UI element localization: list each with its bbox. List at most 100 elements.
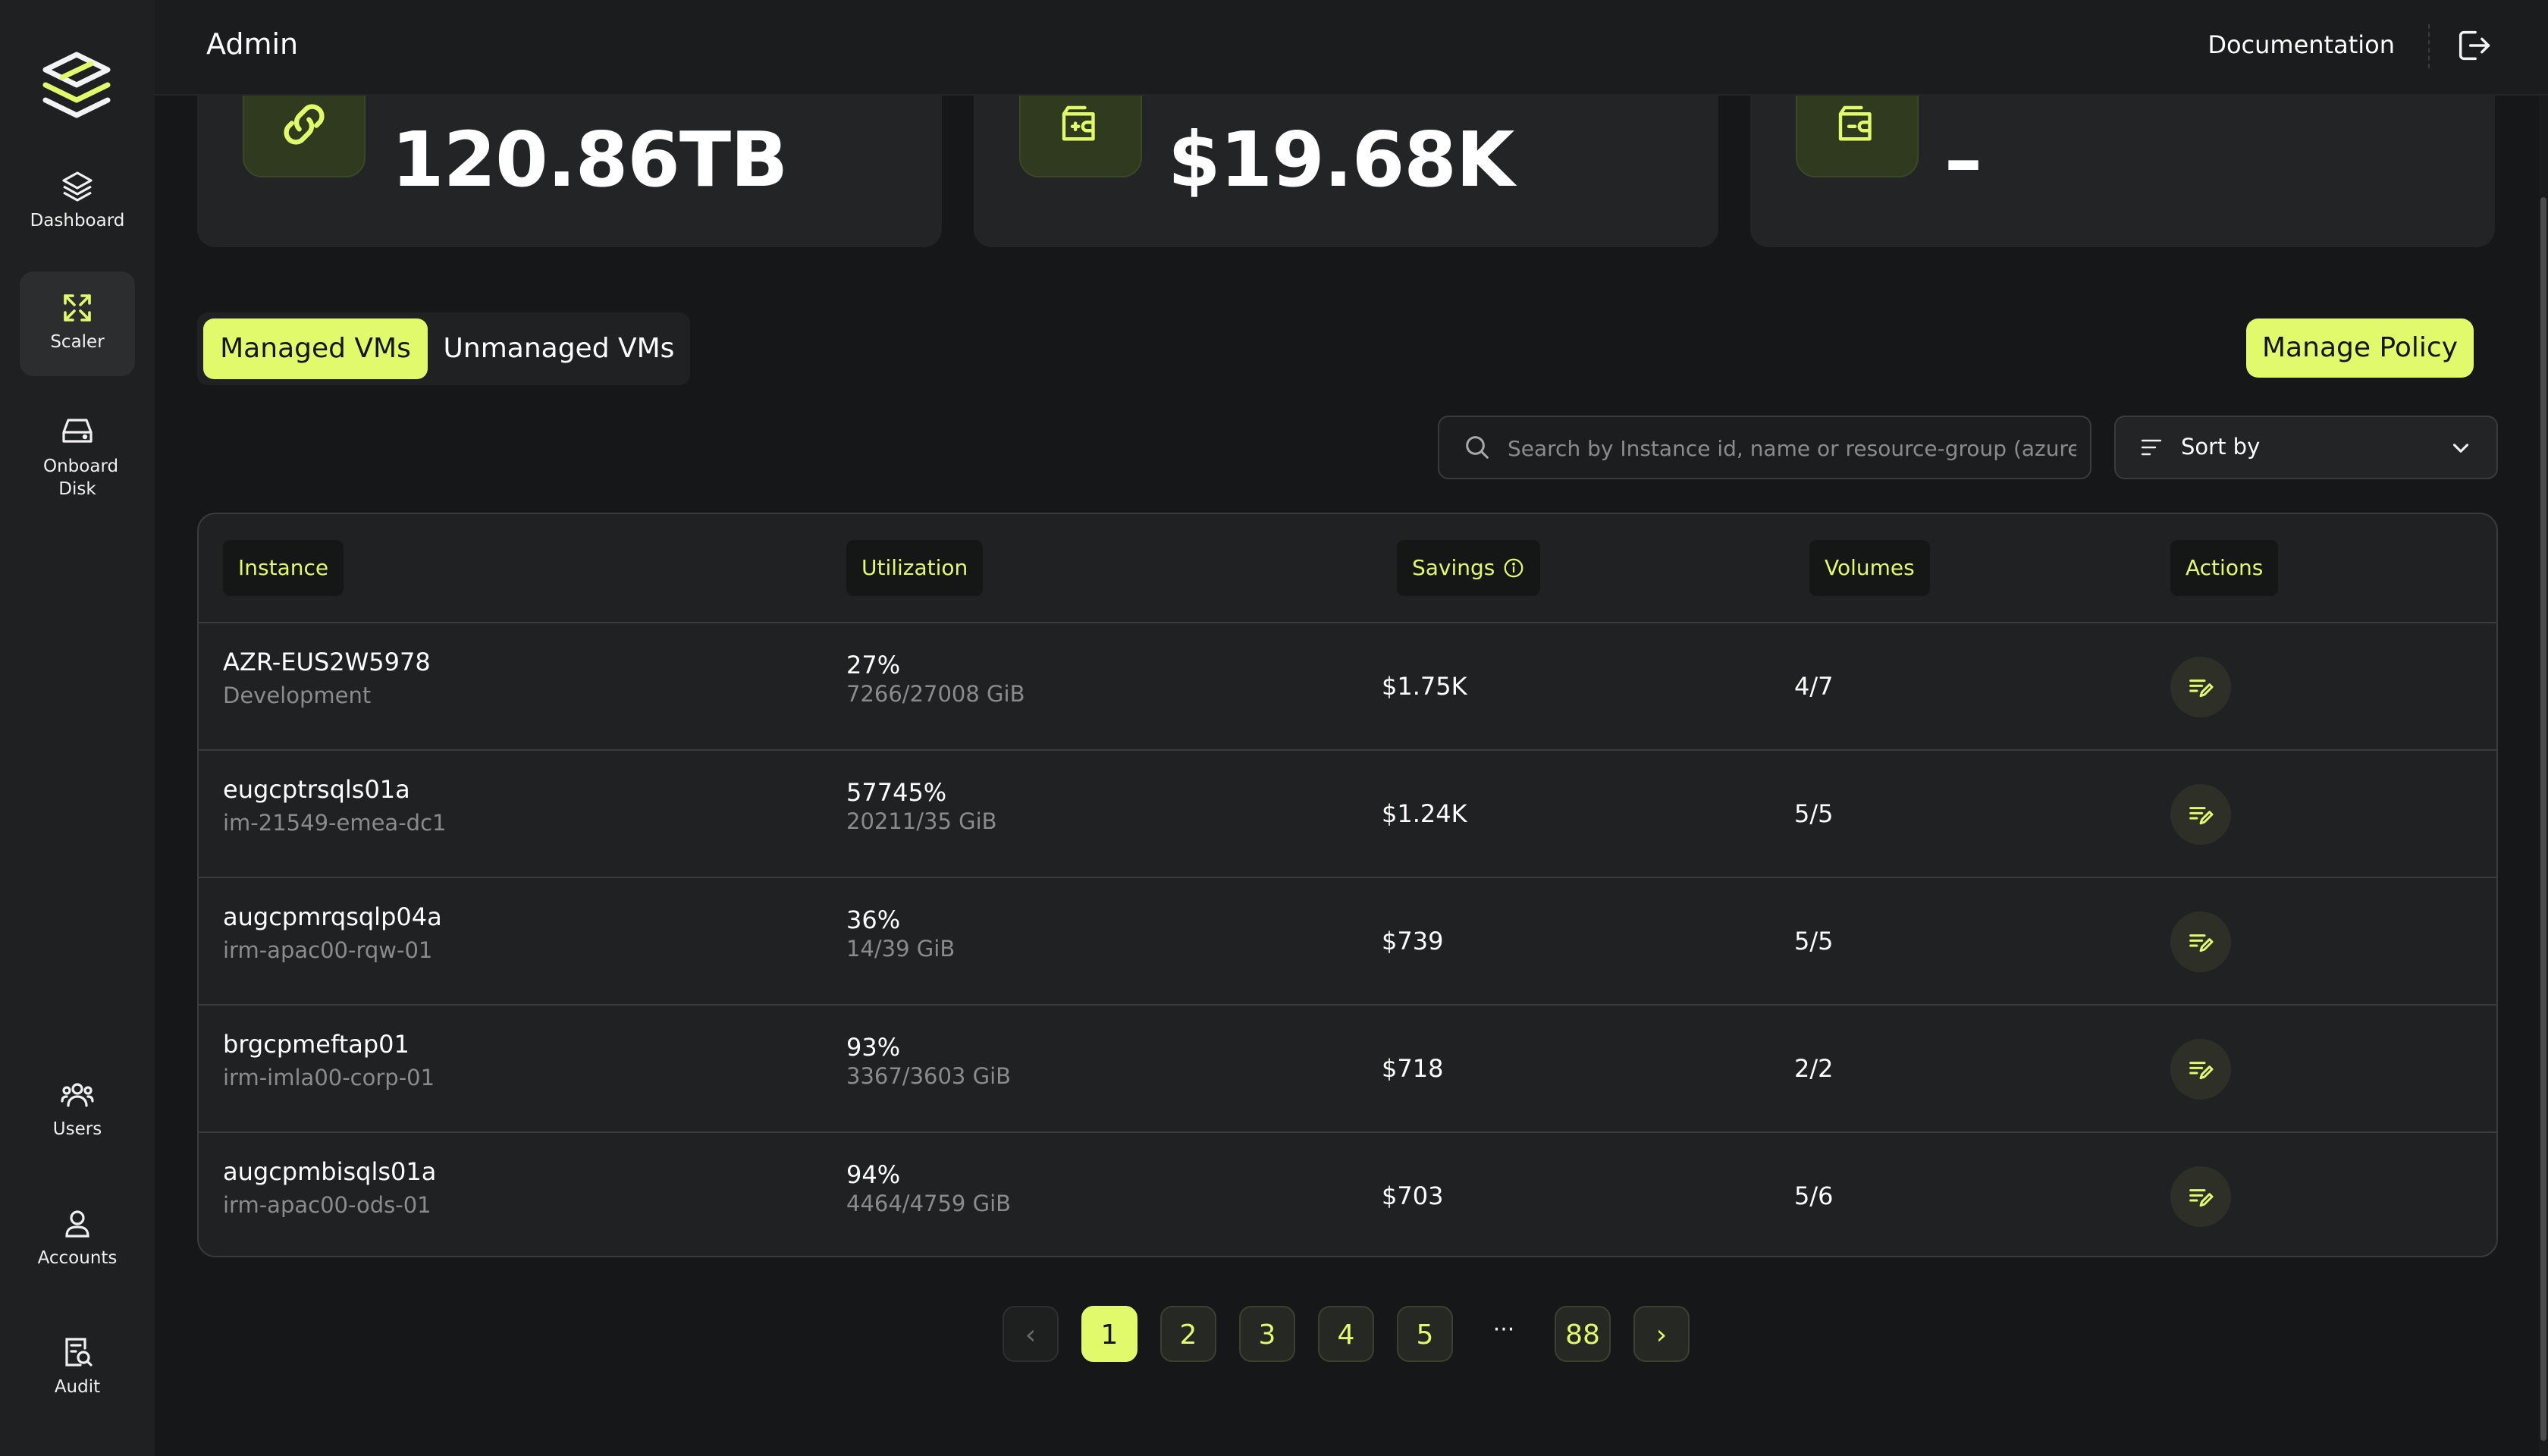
edit-policy-button[interactable] [2170, 657, 2231, 717]
instance-cell: eugcptrsqls01a im-21549-emea-dc1 [223, 775, 446, 836]
audit-search-icon [59, 1335, 96, 1371]
edit-policy-button[interactable] [2170, 1166, 2231, 1227]
table-row[interactable]: brgcpmeftap01 irm-imla00-corp-01 93% 3367/3… [199, 1006, 2496, 1133]
search-input[interactable] [1506, 417, 2078, 479]
scrollbar-thumb[interactable] [2540, 197, 2546, 1441]
table-row[interactable]: AZR-EUS2W5978 Development 27% 7266/27008 Gi… [199, 623, 2496, 751]
layers-icon [59, 168, 96, 205]
volumes-value: 5/5 [1794, 799, 1834, 828]
volumes-value: 5/6 [1794, 1181, 1834, 1210]
utilization-percent: 27% [846, 651, 901, 679]
pagination-page-4[interactable]: 4 [1318, 1306, 1374, 1362]
sort-dropdown[interactable]: Sort by [2114, 416, 2498, 479]
sidebar-item-accounts[interactable]: Accounts [20, 1206, 135, 1289]
edit-policy-button[interactable] [2170, 912, 2231, 972]
tab-unmanaged-vms[interactable]: Unmanaged VMs [434, 318, 684, 379]
column-header-utilization[interactable]: Utilization [846, 540, 984, 596]
volumes-value: 4/7 [1794, 672, 1834, 701]
stat-value: – [1944, 115, 1982, 204]
pagination-page-5[interactable]: 5 [1397, 1306, 1453, 1362]
instance-group: irm-apac00-ods-01 [223, 1192, 431, 1218]
instance-name[interactable]: augcpmbisqls01a [223, 1157, 436, 1186]
top-header: Admin Documentation [155, 0, 2548, 96]
page-scrollbar[interactable] [2539, 94, 2548, 1456]
instance-group: im-21549-emea-dc1 [223, 810, 447, 836]
instances-table: Instance Utilization Savings Volumes Act… [197, 513, 2498, 1257]
tab-managed-vms[interactable]: Managed VMs [203, 318, 428, 379]
table-row[interactable]: augcpmbisqls01a irm-apac00-ods-01 94% 4464/… [199, 1133, 2496, 1256]
list-edit-icon [2186, 927, 2216, 957]
sidebar-item-label: Scaler [50, 332, 105, 352]
utilization-detail: 3367/3603 GiB [846, 1063, 1012, 1089]
utilization-cell: 36% 14/39 GiB [846, 905, 955, 962]
utilization-percent: 36% [846, 905, 901, 934]
instance-cell: AZR-EUS2W5978 Development [223, 648, 431, 708]
logout-icon[interactable] [2454, 26, 2493, 65]
utilization-detail: 4464/4759 GiB [846, 1191, 1012, 1216]
stat-value: 120.86TB [391, 115, 788, 204]
edit-policy-button[interactable] [2170, 784, 2231, 845]
brand-logo-icon[interactable] [39, 50, 114, 123]
sidebar-item-users[interactable]: Users [20, 1077, 135, 1160]
instance-group: irm-imla00-corp-01 [223, 1065, 435, 1090]
pagination-page-last[interactable]: 88 [1555, 1306, 1611, 1362]
instance-name[interactable]: augcpmrqsqlp04a [223, 902, 442, 931]
column-header-volumes[interactable]: Volumes [1809, 540, 1930, 596]
utilization-cell: 27% 7266/27008 GiB [846, 651, 1025, 707]
user-icon [59, 1206, 96, 1242]
sort-label: Sort by [2181, 434, 2261, 460]
list-edit-icon [2186, 672, 2216, 702]
table-row[interactable]: augcpmrqsqlp04a irm-apac00-rqw-01 36% 14/39… [199, 878, 2496, 1006]
instance-cell: augcpmbisqls01a irm-apac00-ods-01 [223, 1157, 436, 1218]
instance-group: irm-apac00-rqw-01 [223, 937, 433, 963]
sidebar-item-label: Onboard Disk [43, 457, 119, 499]
sidebar-item-label: Users [52, 1119, 102, 1139]
list-edit-icon [2186, 799, 2216, 830]
sidebar-item-label: Accounts [37, 1248, 118, 1268]
instance-name[interactable]: brgcpmeftap01 [223, 1030, 435, 1059]
instance-group: Development [223, 682, 372, 708]
column-header-savings[interactable]: Savings [1397, 540, 1541, 596]
sidebar-item-audit[interactable]: Audit [20, 1335, 135, 1418]
pagination-next-button[interactable]: › [1633, 1306, 1690, 1362]
sidebar-item-label: Audit [54, 1377, 101, 1397]
instance-name[interactable]: AZR-EUS2W5978 [223, 648, 431, 676]
utilization-percent: 93% [846, 1033, 901, 1062]
table-row[interactable]: eugcptrsqls01a im-21549-emea-dc1 57745% 202… [199, 751, 2496, 878]
sidebar-item-scaler[interactable]: Scaler [20, 271, 135, 376]
utilization-detail: 7266/27008 GiB [846, 681, 1025, 707]
pagination-page-3[interactable]: 3 [1239, 1306, 1295, 1362]
savings-value: $703 [1382, 1181, 1444, 1210]
search-box [1438, 416, 2091, 479]
manage-policy-button[interactable]: Manage Policy [2246, 318, 2474, 378]
list-edit-icon [2186, 1181, 2216, 1212]
instance-cell: brgcpmeftap01 irm-imla00-corp-01 [223, 1030, 435, 1090]
chevron-down-icon [2448, 435, 2474, 461]
vm-tabs: Managed VMs Unmanaged VMs [197, 312, 690, 385]
sidebar-item-onboard-disk[interactable]: Onboard Disk [20, 413, 135, 511]
utilization-detail: 20211/35 GiB [846, 808, 997, 834]
sort-lines-icon [2140, 437, 2164, 458]
instance-cell: augcpmrqsqlp04a irm-apac00-rqw-01 [223, 902, 442, 963]
stat-value: $19.68K [1168, 115, 1514, 204]
savings-value: $718 [1382, 1054, 1444, 1083]
column-header-label: Savings [1412, 555, 1495, 580]
savings-value: $739 [1382, 927, 1444, 956]
sidebar-item-label: Dashboard [30, 211, 125, 231]
edit-policy-button[interactable] [2170, 1039, 2231, 1100]
pagination-page-2[interactable]: 2 [1160, 1306, 1216, 1362]
info-icon[interactable] [1502, 557, 1525, 579]
instance-name[interactable]: eugcptrsqls01a [223, 775, 446, 804]
page-title: Admin [206, 27, 299, 61]
table-header: Instance Utilization Savings Volumes Act… [199, 514, 2496, 623]
pagination-page-1[interactable]: 1 [1081, 1306, 1138, 1362]
users-icon [59, 1077, 96, 1113]
documentation-link[interactable]: Documentation [2208, 30, 2395, 59]
pagination-prev-button[interactable]: ‹ [1003, 1306, 1059, 1362]
column-header-actions: Actions [2170, 540, 2279, 596]
volumes-value: 5/5 [1794, 927, 1834, 956]
sidebar-item-dashboard[interactable]: Dashboard [20, 168, 135, 252]
utilization-cell: 94% 4464/4759 GiB [846, 1160, 1011, 1216]
header-divider [2428, 24, 2430, 68]
column-header-instance[interactable]: Instance [223, 540, 344, 596]
